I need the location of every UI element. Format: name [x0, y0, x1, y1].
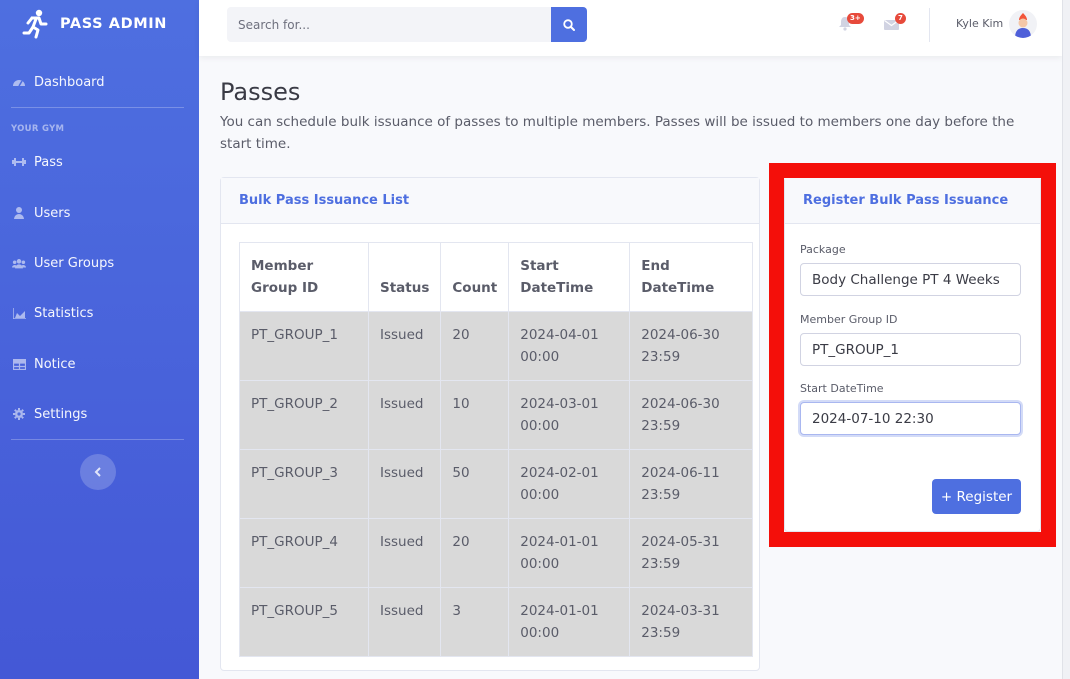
count-cell: 10	[440, 380, 510, 450]
column-header: End DateTime	[629, 242, 754, 312]
card-title: Register Bulk Pass Issuance	[785, 178, 1040, 224]
gear-icon	[12, 407, 26, 421]
start-datetime-cell: 2024-02-01 00:00	[508, 449, 631, 519]
messages-button[interactable]: 7	[884, 13, 906, 35]
group-id-cell: PT_GROUP_3	[239, 449, 369, 519]
end-datetime-cell: 2024-06-30 23:59	[629, 311, 754, 381]
users-icon	[12, 256, 26, 270]
end-datetime-cell: 2024-03-31 23:59	[629, 587, 754, 657]
sidebar-item-label: User Groups	[34, 255, 115, 271]
start-datetime-field[interactable]	[800, 402, 1021, 435]
sidebar-item-notice[interactable]: Notice	[0, 344, 199, 384]
topbar: 3+ 7 Kyle Kim	[199, 0, 1062, 56]
status-cell: Issued	[367, 311, 442, 381]
start-datetime-cell: 2024-03-01 00:00	[508, 380, 631, 450]
sidebar-toggle-button[interactable]	[80, 454, 116, 490]
member-group-field[interactable]	[800, 333, 1021, 366]
sidebar-item-label: Dashboard	[34, 74, 105, 90]
search-icon	[563, 18, 575, 31]
group-id-cell: PT_GROUP_4	[239, 518, 369, 588]
end-datetime-cell: 2024-06-30 23:59	[629, 380, 754, 450]
alerts-badge: 3+	[847, 13, 864, 24]
user-icon	[12, 206, 26, 220]
group-id-cell: PT_GROUP_1	[239, 311, 369, 381]
column-header: Start DateTime	[508, 242, 631, 312]
column-header: Status	[367, 242, 442, 312]
status-cell: Issued	[367, 518, 442, 588]
scrollbar[interactable]	[1062, 0, 1070, 679]
sidebar-divider	[11, 107, 184, 108]
end-datetime-cell: 2024-05-31 23:59	[629, 518, 754, 588]
page-description: You can schedule bulk issuance of passes…	[220, 114, 1015, 152]
sidebar-item-label: Notice	[34, 356, 76, 372]
topbar-divider	[929, 8, 930, 42]
status-cell: Issued	[367, 380, 442, 450]
sidebar-item-pass[interactable]: Pass	[0, 142, 199, 182]
start-datetime-cell: 2024-04-01 00:00	[508, 311, 631, 381]
bulk-pass-list-card: Bulk Pass Issuance List Member Group ID …	[220, 177, 760, 671]
column-header: Count	[440, 242, 510, 312]
group-id-cell: PT_GROUP_2	[239, 380, 369, 450]
bulk-pass-table: Member Group ID Status Count Start DateT…	[239, 242, 754, 657]
table-row[interactable]: PT_GROUP_5 Issued 3 2024-01-01 00:00 202…	[239, 587, 754, 657]
alerts-button[interactable]: 3+	[838, 13, 864, 35]
start-datetime-cell: 2024-01-01 00:00	[508, 587, 631, 657]
table-row[interactable]: PT_GROUP_1 Issued 20 2024-04-01 00:00 20…	[239, 311, 754, 381]
card-title: Bulk Pass Issuance List	[221, 178, 759, 224]
end-datetime-cell: 2024-06-11 23:59	[629, 449, 754, 519]
package-label: Package	[800, 243, 846, 256]
sidebar-divider	[11, 439, 184, 440]
member-group-label: Member Group ID	[800, 313, 898, 326]
sidebar-item-label: Statistics	[34, 305, 94, 321]
table-row[interactable]: PT_GROUP_4 Issued 20 2024-01-01 00:00 20…	[239, 518, 754, 588]
sidebar-item-users[interactable]: Users	[0, 193, 199, 233]
chart-area-icon	[12, 306, 26, 320]
chevron-left-icon	[94, 467, 101, 477]
sidebar-item-label: Users	[34, 205, 71, 221]
search-group	[227, 7, 587, 42]
table-header-row: Member Group ID Status Count Start DateT…	[239, 242, 754, 312]
package-field[interactable]	[800, 263, 1021, 296]
user-name[interactable]: Kyle Kim	[956, 17, 1003, 30]
brand[interactable]: PASS ADMIN	[0, 0, 199, 48]
sidebar-heading: YOUR GYM	[11, 124, 65, 134]
sidebar-item-label: Pass	[34, 154, 63, 170]
dumbbell-icon	[12, 155, 26, 169]
avatar[interactable]	[1009, 10, 1037, 38]
sidebar: PASS ADMIN Dashboard YOUR GYM Pass Users…	[0, 0, 199, 679]
group-id-cell: PT_GROUP_5	[239, 587, 369, 657]
count-cell: 50	[440, 449, 510, 519]
status-cell: Issued	[367, 587, 442, 657]
start-datetime-cell: 2024-01-01 00:00	[508, 518, 631, 588]
messages-badge: 7	[895, 13, 906, 24]
table-row[interactable]: PT_GROUP_2 Issued 10 2024-03-01 00:00 20…	[239, 380, 754, 450]
table-row[interactable]: PT_GROUP_3 Issued 50 2024-02-01 00:00 20…	[239, 449, 754, 519]
sidebar-item-user-groups[interactable]: User Groups	[0, 243, 199, 283]
search-button[interactable]	[551, 7, 587, 42]
search-input[interactable]	[227, 7, 551, 42]
sidebar-item-dashboard[interactable]: Dashboard	[0, 62, 199, 102]
dashboard-icon	[12, 75, 26, 89]
table-icon	[12, 357, 26, 371]
count-cell: 3	[440, 587, 510, 657]
sidebar-item-settings[interactable]: Settings	[0, 394, 199, 434]
page-title: Passes	[220, 78, 301, 106]
sidebar-item-statistics[interactable]: Statistics	[0, 293, 199, 333]
brand-name: PASS ADMIN	[60, 16, 168, 32]
register-button[interactable]: + Register	[932, 479, 1021, 514]
status-cell: Issued	[367, 449, 442, 519]
running-person-icon	[22, 9, 48, 39]
count-cell: 20	[440, 518, 510, 588]
sidebar-item-label: Settings	[34, 406, 88, 422]
column-header: Member Group ID	[239, 242, 369, 312]
start-datetime-label: Start DateTime	[800, 382, 884, 395]
count-cell: 20	[440, 311, 510, 381]
